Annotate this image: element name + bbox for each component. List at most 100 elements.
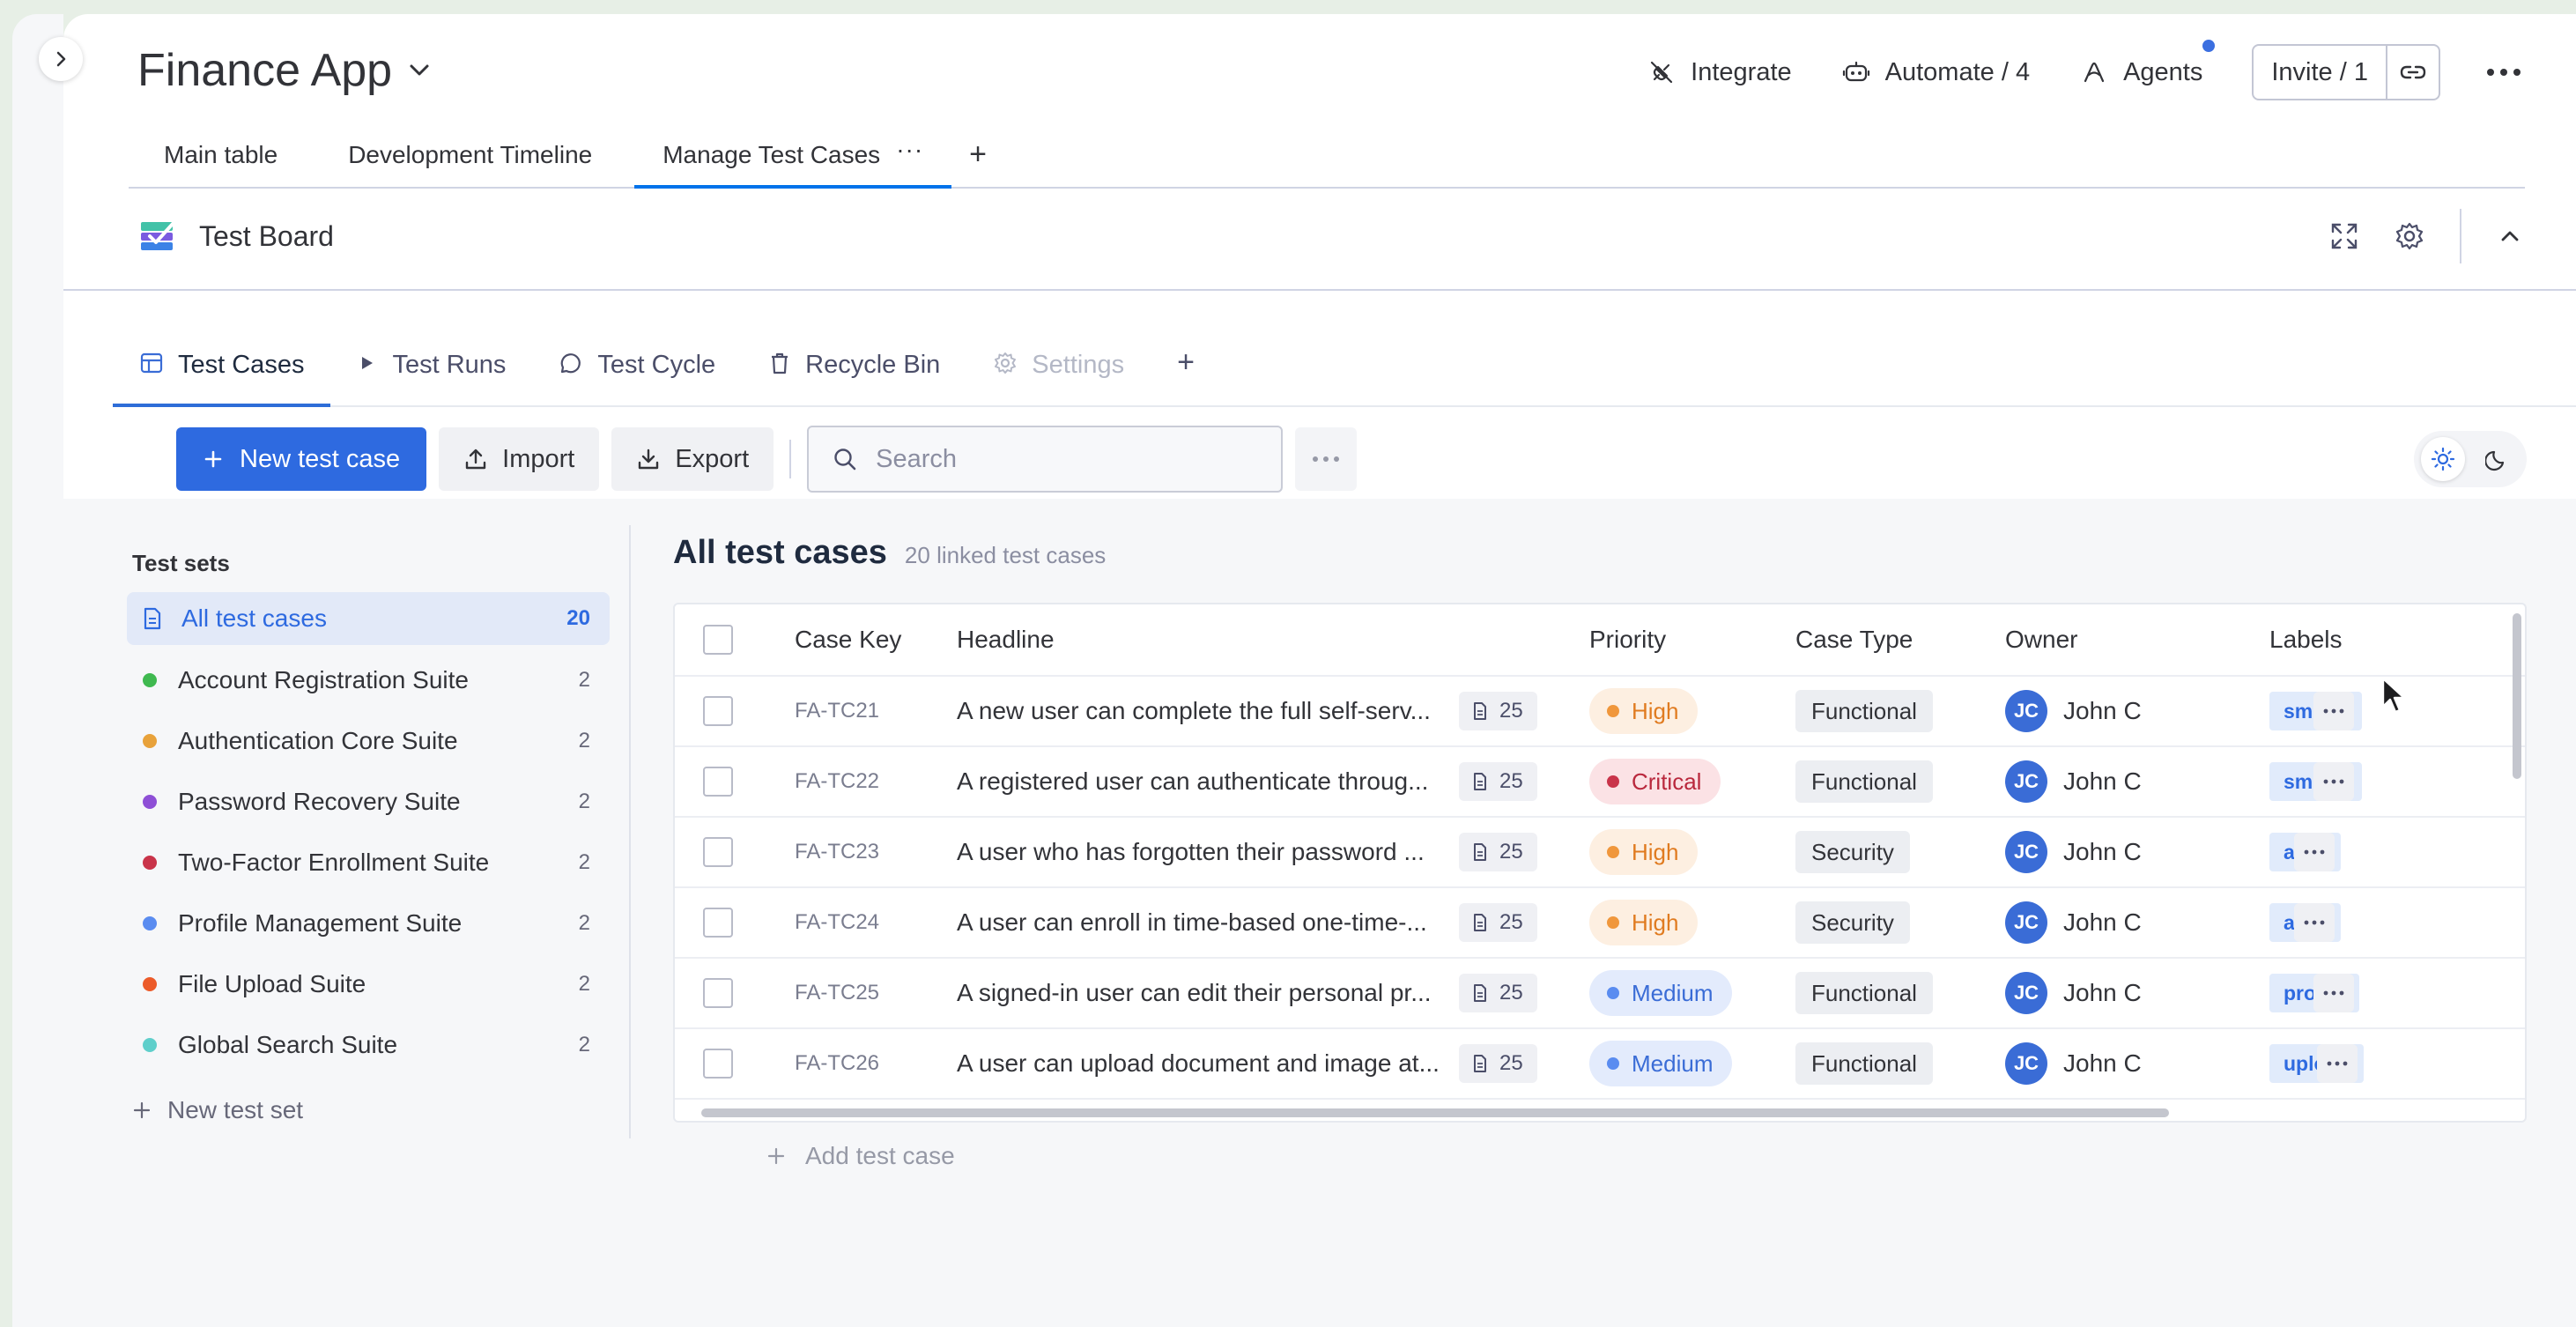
- test-set-file-upload[interactable]: File Upload Suite 2: [127, 958, 610, 1011]
- priority-pill[interactable]: High: [1589, 688, 1699, 734]
- new-test-case-button[interactable]: New test case: [176, 427, 427, 491]
- owner-cell[interactable]: JC John C: [2005, 831, 2142, 873]
- tab-main-table[interactable]: Main table: [129, 123, 313, 187]
- tab-settings[interactable]: Settings: [966, 331, 1151, 405]
- export-button[interactable]: Export: [611, 427, 774, 491]
- light-theme-button[interactable]: [2421, 437, 2465, 481]
- table-row[interactable]: FA-TC23 A user who has forgotten their pa…: [675, 816, 2525, 886]
- test-set-account-registration[interactable]: Account Registration Suite 2: [127, 654, 610, 707]
- row-more-button[interactable]: [2294, 833, 2335, 871]
- gear-icon[interactable]: [2395, 221, 2424, 251]
- priority-pill[interactable]: Medium: [1589, 970, 1733, 1016]
- case-headline[interactable]: A user can upload document and image at.…: [957, 1049, 1450, 1078]
- owner-cell[interactable]: JC John C: [2005, 690, 2142, 732]
- test-set-all[interactable]: All test cases 20: [127, 592, 610, 645]
- case-type-tag[interactable]: Security: [1795, 831, 1910, 873]
- search-input[interactable]: Search: [807, 426, 1284, 493]
- case-type-tag[interactable]: Functional: [1795, 690, 1933, 732]
- case-headline[interactable]: A signed-in user can edit their personal…: [957, 979, 1450, 1007]
- tab-recycle-bin[interactable]: Recycle Bin: [742, 331, 966, 405]
- owner-cell[interactable]: JC John C: [2005, 972, 2142, 1014]
- board-menu-button[interactable]: [2476, 68, 2532, 77]
- column-header-priority[interactable]: Priority: [1589, 626, 1666, 654]
- tab-test-cycle[interactable]: Test Cycle: [532, 331, 742, 405]
- steps-badge[interactable]: 25: [1459, 974, 1537, 1012]
- row-checkbox[interactable]: [703, 978, 733, 1008]
- tab-test-runs[interactable]: Test Runs: [330, 331, 532, 405]
- case-key[interactable]: FA-TC23: [795, 840, 879, 864]
- row-checkbox[interactable]: [703, 837, 733, 867]
- column-header-case-key[interactable]: Case Key: [795, 626, 901, 654]
- add-test-case-button[interactable]: Add test case: [766, 1142, 955, 1170]
- case-headline[interactable]: A registered user can authenticate throu…: [957, 767, 1450, 796]
- invite-button[interactable]: Invite / 1: [2254, 46, 2387, 99]
- agents-button[interactable]: Agents: [2079, 40, 2216, 87]
- table-row[interactable]: FA-TC21 A new user can complete the full …: [675, 675, 2525, 745]
- tab-options-icon[interactable]: ···: [896, 136, 923, 164]
- case-type-tag[interactable]: Functional: [1795, 760, 1933, 803]
- case-key[interactable]: FA-TC26: [795, 1051, 879, 1076]
- case-key[interactable]: FA-TC24: [795, 910, 879, 935]
- row-checkbox[interactable]: [703, 1049, 733, 1079]
- fullscreen-icon[interactable]: [2329, 221, 2359, 251]
- case-headline[interactable]: A user can enroll in time-based one-time…: [957, 908, 1450, 937]
- priority-pill[interactable]: High: [1589, 900, 1699, 945]
- row-checkbox[interactable]: [703, 908, 733, 938]
- test-set-profile-management[interactable]: Profile Management Suite 2: [127, 897, 610, 950]
- case-headline[interactable]: A new user can complete the full self-se…: [957, 697, 1450, 725]
- case-key[interactable]: FA-TC21: [795, 699, 879, 723]
- test-set-two-factor[interactable]: Two-Factor Enrollment Suite 2: [127, 836, 610, 889]
- integrate-button[interactable]: Integrate: [1647, 57, 1792, 87]
- add-view-button[interactable]: +: [959, 120, 1022, 183]
- steps-badge[interactable]: 25: [1459, 762, 1537, 801]
- case-key[interactable]: FA-TC22: [795, 769, 879, 794]
- column-header-labels[interactable]: Labels: [2269, 626, 2343, 654]
- import-button[interactable]: Import: [439, 427, 600, 491]
- table-row[interactable]: FA-TC24 A user can enroll in time-based o…: [675, 886, 2525, 957]
- case-type-tag[interactable]: Security: [1795, 901, 1910, 944]
- steps-badge[interactable]: 25: [1459, 833, 1537, 871]
- test-set-authentication-core[interactable]: Authentication Core Suite 2: [127, 715, 610, 767]
- row-checkbox[interactable]: [703, 767, 733, 797]
- column-header-owner[interactable]: Owner: [2005, 626, 2077, 654]
- row-more-button[interactable]: [2313, 692, 2354, 730]
- new-test-set-button[interactable]: New test set: [132, 1096, 303, 1124]
- tab-development-timeline[interactable]: Development Timeline: [313, 123, 627, 187]
- table-row[interactable]: FA-TC22 A registered user can authenticat…: [675, 745, 2525, 816]
- steps-badge[interactable]: 25: [1459, 903, 1537, 942]
- automate-button[interactable]: Automate / 4: [1841, 57, 2030, 87]
- tab-test-cases[interactable]: Test Cases: [113, 331, 331, 407]
- select-all-checkbox[interactable]: [703, 625, 733, 655]
- owner-cell[interactable]: JC John C: [2005, 901, 2142, 944]
- tab-manage-test-cases[interactable]: Manage Test Cases ···: [627, 123, 959, 189]
- priority-pill[interactable]: Medium: [1589, 1041, 1733, 1086]
- column-header-headline[interactable]: Headline: [957, 626, 1055, 654]
- add-tab-button[interactable]: +: [1151, 331, 1221, 405]
- table-row[interactable]: FA-TC26 A user can upload document and im…: [675, 1027, 2525, 1098]
- steps-badge[interactable]: 25: [1459, 692, 1537, 730]
- horizontal-scrollbar[interactable]: [701, 1108, 2169, 1117]
- priority-pill[interactable]: Critical: [1589, 759, 1721, 804]
- row-more-button[interactable]: [2313, 974, 2354, 1012]
- case-headline[interactable]: A user who has forgotten their password …: [957, 838, 1450, 866]
- case-type-tag[interactable]: Functional: [1795, 1042, 1933, 1085]
- row-checkbox[interactable]: [703, 696, 733, 726]
- expand-sidebar-button[interactable]: [39, 37, 83, 81]
- case-key[interactable]: FA-TC25: [795, 981, 879, 1005]
- chevron-up-icon[interactable]: [2497, 223, 2523, 249]
- row-more-button[interactable]: [2294, 903, 2335, 942]
- row-more-button[interactable]: [2317, 1044, 2358, 1083]
- board-title-dropdown[interactable]: Finance App: [137, 44, 431, 97]
- more-actions-button[interactable]: [1295, 427, 1358, 491]
- vertical-scrollbar[interactable]: [2513, 613, 2521, 779]
- priority-pill[interactable]: High: [1589, 829, 1699, 875]
- owner-cell[interactable]: JC John C: [2005, 760, 2142, 803]
- test-set-password-recovery[interactable]: Password Recovery Suite 2: [127, 775, 610, 828]
- dark-theme-button[interactable]: [2476, 437, 2520, 481]
- owner-cell[interactable]: JC John C: [2005, 1042, 2142, 1085]
- steps-badge[interactable]: 25: [1459, 1044, 1537, 1083]
- table-row[interactable]: FA-TC25 A signed-in user can edit their p…: [675, 957, 2525, 1027]
- copy-link-button[interactable]: [2387, 46, 2439, 99]
- column-header-case-type[interactable]: Case Type: [1795, 626, 1913, 654]
- test-set-global-search[interactable]: Global Search Suite 2: [127, 1019, 610, 1071]
